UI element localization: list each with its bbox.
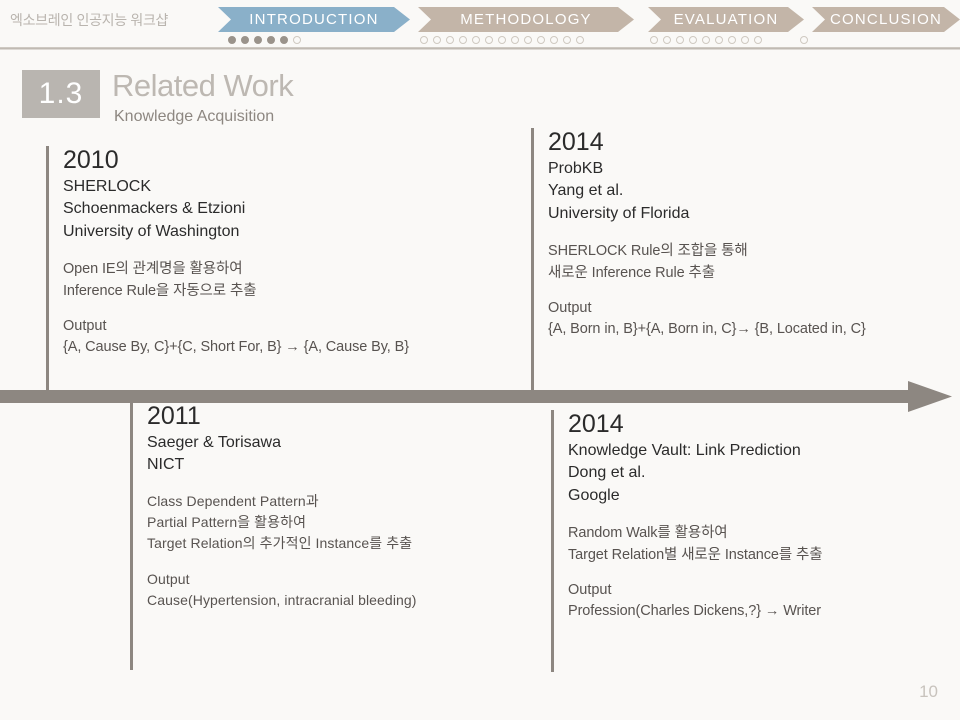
nav-tab-label: EVALUATION: [673, 11, 779, 28]
entry-output-value: Profession(Charles Dickens,?} → Writer: [568, 603, 821, 620]
slide-header: 엑소브레인 인공지능 워크샵 INTRODUCTION METHODOLOGY EV…: [0, 0, 960, 50]
progress-dot: [563, 36, 571, 44]
nav-progress-dots-evaluation: [650, 36, 762, 44]
progress-dot: [446, 36, 454, 44]
entry-output-label: Output: [63, 317, 107, 334]
nav-progress-dots-methodology: [420, 36, 584, 44]
nav-progress-dots-introduction: [228, 36, 301, 44]
progress-dot: [280, 36, 288, 44]
entry-description: Random Walk를 활용하여 Target Relation별 새로운 I…: [568, 524, 823, 563]
progress-dot: [228, 36, 236, 44]
nav-tab-label: INTRODUCTION: [249, 11, 379, 28]
progress-dot: [715, 36, 723, 44]
entry-body: 2010 SHERLOCK Schoenmackers & Etzioni Un…: [63, 146, 409, 359]
header-divider: [0, 47, 960, 50]
progress-dot: [241, 36, 249, 44]
progress-dot: [267, 36, 275, 44]
progress-dot: [702, 36, 710, 44]
progress-dot: [800, 36, 808, 44]
progress-dot: [485, 36, 493, 44]
nav-tab-label: CONCLUSION: [829, 11, 942, 28]
entry-output-label: Output: [548, 299, 592, 316]
nav-progress-dots-conclusion: [800, 36, 808, 44]
entry-year: 2010: [63, 146, 119, 174]
progress-dot: [433, 36, 441, 44]
progress-dot: [728, 36, 736, 44]
nav-tab-label: METHODOLOGY: [460, 11, 592, 28]
progress-dot: [420, 36, 428, 44]
nav-tab-methodology[interactable]: METHODOLOGY: [418, 7, 634, 32]
entry-year: 2011: [147, 402, 201, 430]
entry-output-value: {A, Born in, B}+{A, Born in, C}→ {B, Loc…: [548, 321, 866, 338]
progress-dot: [741, 36, 749, 44]
nav-tab-introduction[interactable]: INTRODUCTION: [218, 7, 410, 32]
entry-output-value: Cause(Hypertension, intracranial bleedin…: [147, 591, 417, 608]
section-number-badge: 1.3: [22, 70, 100, 118]
entry-output-value: {A, Cause By, C}+{C, Short For, B} → {A,…: [63, 339, 409, 356]
page-title: Related Work: [112, 68, 294, 103]
entry-year: 2014: [548, 128, 604, 156]
progress-dot: [576, 36, 584, 44]
progress-dot: [498, 36, 506, 44]
entry-accent-rule: [531, 128, 534, 396]
progress-dot: [293, 36, 301, 44]
entry-meta: ProbKB Yang et al. University of Florida: [548, 159, 690, 222]
progress-dot: [472, 36, 480, 44]
entry-output-label: Output: [568, 581, 612, 598]
entry-output-label: Output: [147, 570, 190, 587]
progress-dot: [689, 36, 697, 44]
entry-meta: Saeger & Torisawa NICT: [147, 433, 281, 474]
entry-body: 2014 Knowledge Vault: Link Prediction Do…: [568, 410, 823, 623]
slide-canvas: 엑소브레인 인공지능 워크샵 INTRODUCTION METHODOLOGY EV…: [0, 0, 960, 720]
timeline-arrow: [0, 381, 952, 412]
entry-year: 2014: [568, 410, 624, 438]
progress-dot: [537, 36, 545, 44]
entry-meta: SHERLOCK Schoenmackers & Etzioni Univers…: [63, 177, 246, 240]
entry-description: Class Dependent Pattern과 Partial Pattern…: [147, 492, 413, 552]
entry-description: Open IE의 관계명을 활용하여 Inference Rule을 자동으로 …: [63, 260, 257, 299]
entry-accent-rule: [551, 410, 554, 672]
progress-dot: [650, 36, 658, 44]
progress-dot: [550, 36, 558, 44]
entry-accent-rule: [46, 146, 49, 396]
nav-tab-conclusion[interactable]: CONCLUSION: [812, 7, 960, 32]
progress-dot: [676, 36, 684, 44]
progress-dot: [663, 36, 671, 44]
workshop-title: 엑소브레인 인공지능 워크샵: [10, 12, 169, 28]
progress-dot: [524, 36, 532, 44]
entry-accent-rule: [130, 402, 133, 670]
page-subtitle: Knowledge Acquisition: [114, 108, 275, 125]
entry-body: 2011 Saeger & Torisawa NICT Class Depend…: [147, 402, 417, 611]
progress-dot: [254, 36, 262, 44]
entry-meta: Knowledge Vault: Link Prediction Dong et…: [568, 441, 801, 504]
entry-body: 2014 ProbKB Yang et al. University of Fl…: [548, 128, 866, 341]
nav-tab-evaluation[interactable]: EVALUATION: [648, 7, 804, 32]
progress-dot: [511, 36, 519, 44]
progress-dot: [459, 36, 467, 44]
progress-dot: [754, 36, 762, 44]
entry-description: SHERLOCK Rule의 조합을 통해 새로운 Inference Rule…: [548, 242, 748, 281]
page-number: 10: [919, 682, 938, 701]
